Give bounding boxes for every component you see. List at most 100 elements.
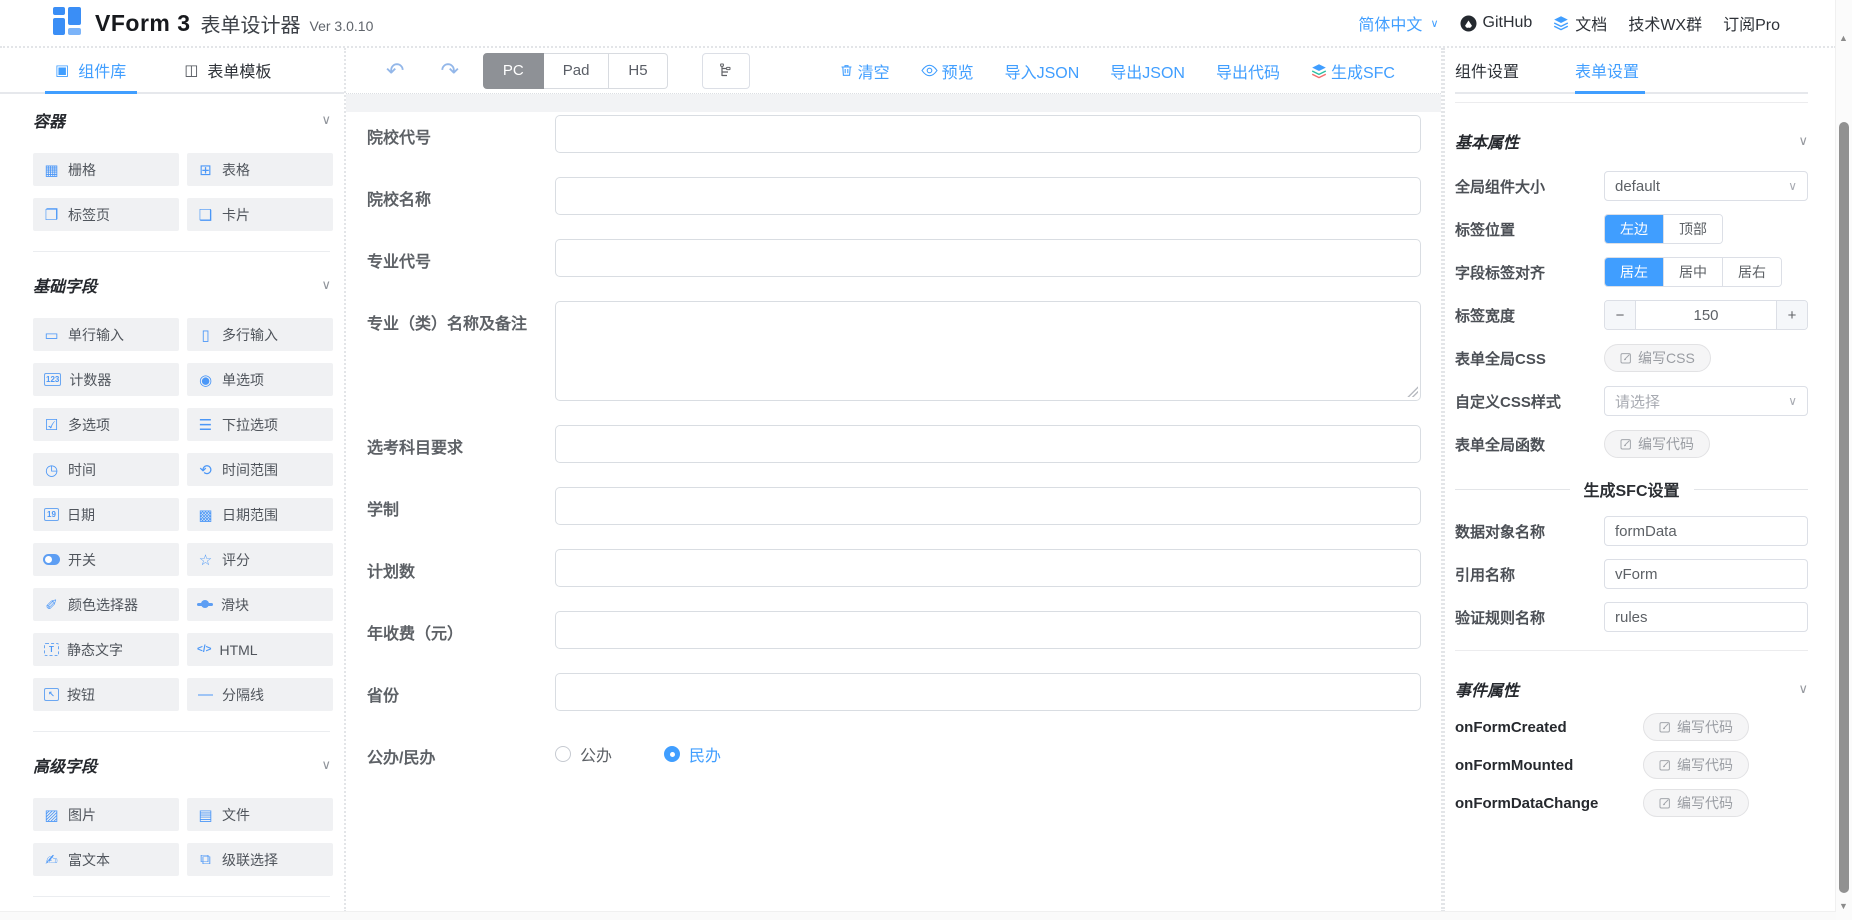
form-field-row[interactable]: 专业代号 xyxy=(367,239,1421,277)
wechat-group-link[interactable]: 技术WX群 xyxy=(1628,11,1702,35)
language-select[interactable]: 简体中文 ∨ xyxy=(1358,11,1438,35)
data-object-name-input[interactable] xyxy=(1604,516,1808,546)
component-item[interactable]: ▯多行输入 xyxy=(187,318,333,351)
text-input[interactable] xyxy=(555,611,1421,649)
label-position-top-button[interactable]: 顶部 xyxy=(1663,215,1722,243)
radio-circle-icon[interactable] xyxy=(555,746,571,762)
vertical-scrollbar[interactable]: ▲ ▼ xyxy=(1835,0,1852,920)
text-input[interactable] xyxy=(555,239,1421,277)
clear-button[interactable]: 清空 xyxy=(839,59,890,83)
component-item[interactable]: ▭单行输入 xyxy=(33,318,179,351)
component-item[interactable]: T静态文字 xyxy=(33,633,179,666)
textarea-input[interactable] xyxy=(555,301,1421,401)
component-item[interactable]: ▩日期范围 xyxy=(187,498,333,531)
event-props-header[interactable]: 事件属性 ∨ xyxy=(1455,679,1808,699)
node-tree-button[interactable] xyxy=(702,53,750,89)
text-input[interactable] xyxy=(555,115,1421,153)
form-canvas[interactable]: 院校代号院校名称专业代号专业（类）名称及备注选考科目要求学制计划数年收费（元） 省… xyxy=(346,112,1441,912)
undo-icon[interactable]: ↶ xyxy=(386,60,404,82)
form-field-row[interactable]: 年收费（元） xyxy=(367,611,1421,649)
section-header[interactable]: 基础字段∨ xyxy=(33,275,344,294)
form-field-row[interactable]: 选考科目要求 xyxy=(367,425,1421,463)
form-field-row[interactable]: 省份 xyxy=(367,673,1421,711)
subscribe-pro-link[interactable]: 订阅Pro xyxy=(1723,11,1780,35)
text-input[interactable] xyxy=(555,487,1421,525)
component-item[interactable]: 开关 xyxy=(33,543,179,576)
component-item[interactable]: ⧉级联选择 xyxy=(187,843,333,876)
form-field-row[interactable]: 专业（类）名称及备注 xyxy=(367,301,1421,401)
global-size-select[interactable]: default ∨ xyxy=(1604,171,1808,201)
resize-grip-icon[interactable] xyxy=(1407,386,1418,397)
component-item[interactable]: ❐标签页 xyxy=(33,198,179,231)
radio-circle-icon[interactable] xyxy=(664,746,680,762)
label-align-center-button[interactable]: 居中 xyxy=(1663,258,1722,286)
section-header[interactable]: 高级字段∨ xyxy=(33,755,344,774)
edit-code-button[interactable]: 编写代码 xyxy=(1643,789,1749,817)
component-item[interactable]: ☆评分 xyxy=(187,543,333,576)
device-pc-button[interactable]: PC xyxy=(483,53,544,89)
scroll-down-arrow[interactable]: ▼ xyxy=(1839,901,1848,911)
device-pad-button[interactable]: Pad xyxy=(544,53,610,89)
decrease-button[interactable]: − xyxy=(1605,301,1636,329)
text-input[interactable] xyxy=(555,673,1421,711)
label-align-right-button[interactable]: 居右 xyxy=(1722,258,1781,286)
generate-sfc-button[interactable]: 生成SFC xyxy=(1311,59,1395,83)
chevron-down-icon[interactable]: ∨ xyxy=(321,277,331,293)
component-item[interactable]: ⊞表格 xyxy=(187,153,333,186)
component-item[interactable]: ✐颜色选择器 xyxy=(33,588,179,621)
tab-component-settings[interactable]: 组件设置 xyxy=(1455,58,1519,82)
redo-icon[interactable]: ↷ xyxy=(440,60,458,82)
label-align-left-button[interactable]: 居左 xyxy=(1605,258,1663,286)
form-field-row[interactable]: 计划数 xyxy=(367,549,1421,587)
radio-option[interactable]: 公办 xyxy=(555,742,612,766)
preview-button[interactable]: 预览 xyxy=(921,59,974,83)
component-item[interactable]: ▦栅格 xyxy=(33,153,179,186)
horizontal-scrollbar[interactable] xyxy=(0,911,1836,920)
form-field-row[interactable]: 院校代号 xyxy=(367,115,1421,153)
component-item[interactable]: —分隔线 xyxy=(187,678,333,711)
increase-button[interactable]: + xyxy=(1776,301,1807,329)
component-item[interactable]: 123计数器 xyxy=(33,363,179,396)
component-item[interactable]: ▤文件 xyxy=(187,798,333,831)
docs-link[interactable]: 文档 xyxy=(1553,11,1607,35)
basic-props-header[interactable]: 基本属性 ∨ xyxy=(1455,131,1808,151)
custom-class-select[interactable]: 请选择 ∨ xyxy=(1604,386,1808,416)
chevron-down-icon[interactable]: ∨ xyxy=(321,757,331,773)
component-item[interactable]: ☑多选项 xyxy=(33,408,179,441)
component-item[interactable]: ◉单选项 xyxy=(187,363,333,396)
tab-form-settings[interactable]: 表单设置 xyxy=(1575,58,1639,82)
scroll-up-arrow[interactable]: ▲ xyxy=(1839,33,1848,43)
export-code-button[interactable]: 导出代码 xyxy=(1216,59,1280,83)
component-item[interactable]: </>HTML xyxy=(187,633,333,666)
rules-name-input[interactable] xyxy=(1604,602,1808,632)
edit-code-button[interactable]: 编写代码 xyxy=(1643,713,1749,741)
form-field-row[interactable]: 学制 xyxy=(367,487,1421,525)
component-item[interactable]: ↖按钮 xyxy=(33,678,179,711)
text-input[interactable] xyxy=(555,177,1421,215)
chevron-down-icon[interactable]: ∨ xyxy=(321,112,331,128)
label-position-left-button[interactable]: 左边 xyxy=(1605,215,1663,243)
tab-form-template[interactable]: ◫ 表单模板 xyxy=(184,58,271,82)
component-item[interactable]: ✍富文本 xyxy=(33,843,179,876)
github-link[interactable]: GitHub xyxy=(1460,14,1533,32)
label-width-value[interactable]: 150 xyxy=(1636,301,1776,329)
scrollbar-thumb[interactable] xyxy=(1839,122,1849,893)
component-item[interactable]: 滑块 xyxy=(187,588,333,621)
edit-css-button[interactable]: 编写CSS xyxy=(1604,344,1711,372)
component-item[interactable]: ⟲时间范围 xyxy=(187,453,333,486)
device-h5-button[interactable]: H5 xyxy=(609,53,667,89)
section-header[interactable]: 容器∨ xyxy=(33,110,344,129)
form-field-row[interactable]: 公办/民办公办民办 xyxy=(367,735,1421,768)
edit-global-func-button[interactable]: 编写代码 xyxy=(1604,430,1710,458)
text-input[interactable] xyxy=(555,425,1421,463)
component-item[interactable]: ▨图片 xyxy=(33,798,179,831)
import-json-button[interactable]: 导入JSON xyxy=(1005,59,1080,83)
component-item[interactable]: 19日期 xyxy=(33,498,179,531)
radio-option[interactable]: 民办 xyxy=(664,742,721,766)
component-item[interactable]: ◷时间 xyxy=(33,453,179,486)
form-field-row[interactable]: 院校名称 xyxy=(367,177,1421,215)
component-item[interactable]: ☰下拉选项 xyxy=(187,408,333,441)
export-json-button[interactable]: 导出JSON xyxy=(1110,59,1185,83)
ref-name-input[interactable] xyxy=(1604,559,1808,589)
component-item[interactable]: ❑卡片 xyxy=(187,198,333,231)
